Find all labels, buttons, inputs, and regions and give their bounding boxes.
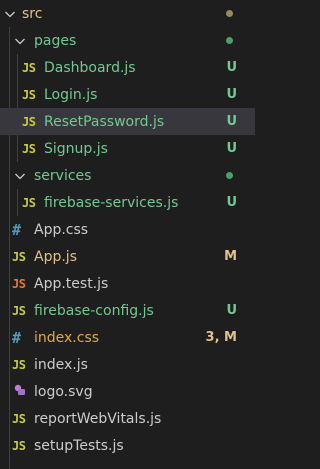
file-firebase-services[interactable]: JS firebase-services.js U (0, 189, 255, 216)
folder-label: pages (34, 32, 77, 49)
git-status-badge: U (226, 195, 237, 210)
file-label: ResetPassword.js (44, 113, 165, 130)
js-file-icon: JS (22, 114, 36, 129)
modified-dot (226, 10, 233, 17)
js-file-icon: JS (22, 195, 36, 210)
git-status-badge: M (224, 249, 237, 264)
file-label: App.css (34, 221, 89, 238)
file-label: reportWebVitals.js (34, 410, 162, 427)
js-file-icon: JS (12, 249, 26, 264)
js-file-icon: JS (12, 357, 26, 372)
folder-services[interactable]: services (0, 162, 255, 189)
file-label: Dashboard.js (44, 59, 136, 76)
file-label: App.test.js (34, 275, 109, 292)
chevron-down-icon[interactable] (12, 168, 28, 184)
git-status-badge: U (226, 303, 237, 318)
js-file-icon: JS (12, 303, 26, 318)
folder-pages[interactable]: pages (0, 27, 255, 54)
file-label: Signup.js (44, 140, 108, 157)
css-file-icon: # (12, 328, 21, 347)
file-reset-password[interactable]: JS ResetPassword.js U (0, 108, 255, 135)
git-status-badge: U (226, 141, 237, 156)
folder-label: services (34, 167, 92, 184)
file-index-css[interactable]: # index.css 3, M (0, 324, 255, 351)
untracked-dot (226, 172, 233, 179)
file-logo-svg[interactable]: logo.svg (0, 378, 255, 405)
git-status-badge: U (226, 60, 237, 75)
untracked-dot (226, 37, 233, 44)
folder-src[interactable]: src (0, 0, 255, 27)
file-label: firebase-services.js (44, 194, 179, 211)
file-app-test[interactable]: JS App.test.js (0, 270, 255, 297)
file-app-css[interactable]: # App.css (0, 216, 255, 243)
file-label: setupTests.js (34, 437, 124, 454)
js-file-icon: JS (12, 438, 26, 453)
file-app-js[interactable]: JS App.js M (0, 243, 255, 270)
git-status-badge: U (226, 87, 237, 102)
file-login[interactable]: JS Login.js U (0, 81, 255, 108)
git-status-badge: 3, M (205, 330, 237, 345)
js-file-icon: JS (12, 411, 26, 426)
css-file-icon: # (12, 220, 21, 239)
svg-file-icon (12, 382, 32, 401)
js-file-icon: JS (22, 141, 36, 156)
file-label: firebase-config.js (34, 302, 154, 319)
file-explorer: src pages JS Dashboard.js U JS Login.js … (0, 0, 255, 469)
file-label: logo.svg (34, 383, 93, 400)
file-setup-tests[interactable]: JS setupTests.js (0, 432, 255, 459)
file-label: index.js (34, 356, 88, 373)
chevron-down-icon[interactable] (2, 6, 18, 22)
file-label: App.js (34, 248, 77, 265)
chevron-down-icon[interactable] (12, 33, 28, 49)
folder-label: src (22, 5, 43, 22)
file-firebase-config[interactable]: JS firebase-config.js U (0, 297, 255, 324)
file-report-web-vitals[interactable]: JS reportWebVitals.js (0, 405, 255, 432)
file-index-js[interactable]: JS index.js (0, 351, 255, 378)
js-file-icon: JS (22, 87, 36, 102)
js-test-file-icon: JS (12, 276, 26, 291)
js-file-icon: JS (22, 60, 36, 75)
file-label: Login.js (44, 86, 98, 103)
file-signup[interactable]: JS Signup.js U (0, 135, 255, 162)
file-dashboard[interactable]: JS Dashboard.js U (0, 54, 255, 81)
git-status-badge: U (226, 114, 237, 129)
